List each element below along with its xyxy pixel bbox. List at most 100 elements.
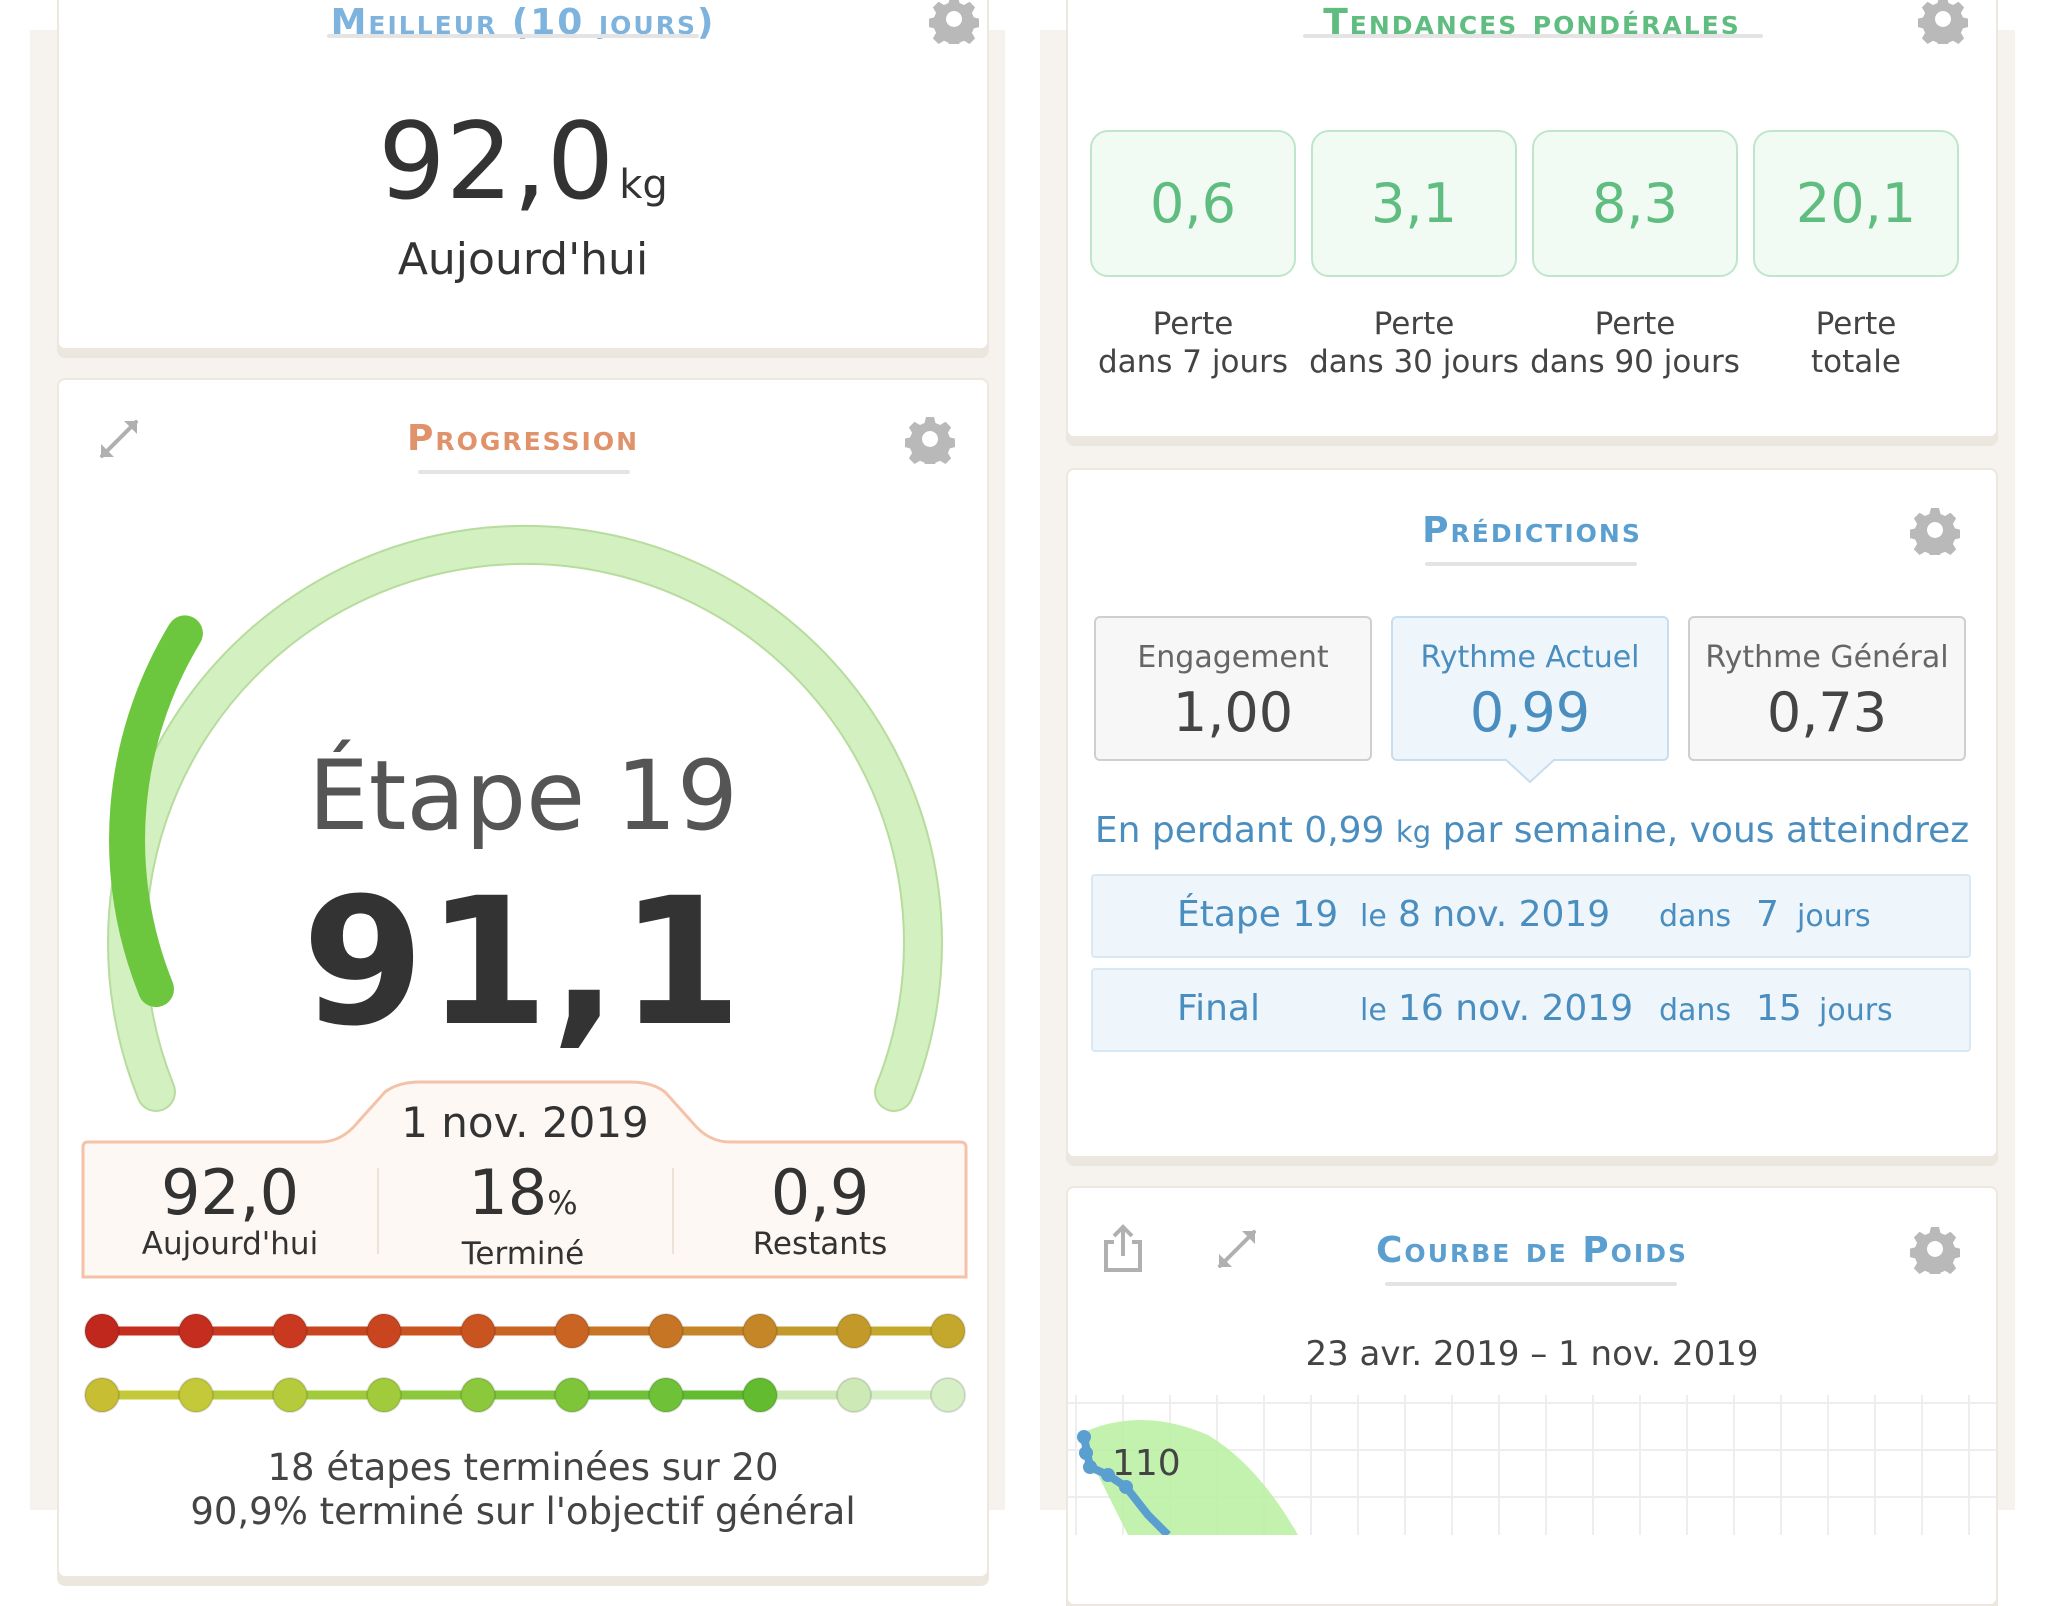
pred-box-value: 0,73 [1766, 681, 1888, 744]
pred-box-value: 0,99 [1469, 681, 1591, 744]
prediction-row-final: Final le 16 nov. 2019 dans 15 jours [1091, 968, 1971, 1052]
trend-label-total: Perte totale [1741, 305, 1971, 381]
stat-completed: 18% Terminé [393, 1160, 653, 1273]
divider [377, 1168, 379, 1254]
gear-icon[interactable] [905, 414, 955, 464]
trend-label-line1: Perte [1152, 306, 1234, 342]
step-dot [742, 1313, 778, 1349]
step-dot [554, 1313, 590, 1349]
step-dot [460, 1377, 496, 1413]
data-point [1119, 1480, 1133, 1494]
y-axis-label: 110 [1112, 1443, 1181, 1484]
title-underline [327, 34, 699, 38]
trend-label-line2: totale [1811, 344, 1901, 380]
stat-remaining: 0,9 Restants [690, 1160, 950, 1263]
prediction-le: le [1360, 899, 1387, 934]
pred-box-value: 1,00 [1172, 681, 1294, 744]
pred-box-engagement[interactable]: Engagement 1,00 [1094, 616, 1372, 761]
sentence-pre: En perdant 0,99 [1094, 810, 1385, 851]
trend-box-90-days: 8,3 [1532, 130, 1738, 277]
prediction-date: 16 nov. 2019 [1398, 988, 1634, 1029]
weight-curve-title: Courbe de Poids [1376, 1230, 1688, 1271]
gear-icon[interactable] [1910, 505, 1960, 555]
step-dot [366, 1313, 402, 1349]
data-point [1101, 1468, 1115, 1482]
trend-box-7-days: 0,6 [1090, 130, 1296, 277]
step-dot [836, 1313, 872, 1349]
step-dot [554, 1377, 590, 1413]
step-dot [366, 1377, 402, 1413]
gear-icon[interactable] [1918, 0, 1968, 44]
prediction-days: 7 [1756, 894, 1779, 935]
prediction-name: Étape 19 [1177, 894, 1339, 935]
step-dot [178, 1313, 214, 1349]
selected-pointer [1505, 758, 1555, 784]
gear-icon[interactable] [929, 0, 979, 44]
title-underline [1385, 1282, 1677, 1286]
trend-label-line1: Perte [1373, 306, 1455, 342]
stat-value: 92,0 [160, 1156, 300, 1229]
data-point [1079, 1446, 1093, 1460]
weight-curve-date-range: 23 avr. 2019 – 1 nov. 2019 [1305, 1334, 1759, 1374]
stat-today: 92,0 Aujourd'hui [100, 1160, 360, 1263]
current-step-label: Étape 19 [308, 740, 738, 852]
trend-box-30-days: 3,1 [1311, 130, 1517, 277]
data-point [1077, 1430, 1091, 1444]
step-progress-rows [84, 1313, 966, 1413]
stat-suffix: % [547, 1184, 578, 1222]
stat-label: Aujourd'hui [141, 1226, 319, 1262]
title-underline [1303, 34, 1763, 38]
stat-value: 0,9 [770, 1156, 870, 1229]
prediction-row-step: Étape 19 le 8 nov. 2019 dans 7 jours [1091, 874, 1971, 958]
best-weight-value: 92,0 kg [59, 100, 987, 223]
steps-summary: 18 étapes terminées sur 20 [267, 1446, 779, 1489]
prediction-days: 15 [1756, 988, 1802, 1029]
step-dot [272, 1313, 308, 1349]
stat-value: 18 [468, 1156, 548, 1229]
step-dot [272, 1377, 308, 1413]
title-underline [418, 470, 630, 474]
pred-box-overall-pace[interactable]: Rythme Général 0,73 [1688, 616, 1966, 761]
divider [672, 1168, 674, 1254]
step-dot [460, 1313, 496, 1349]
trend-label-7-days: Perte dans 7 jours [1078, 305, 1308, 381]
pred-box-label: Rythme Actuel [1420, 640, 1640, 675]
prediction-le: le [1360, 993, 1387, 1028]
pred-box-label: Engagement [1137, 640, 1329, 675]
trend-label-line1: Perte [1594, 306, 1676, 342]
prediction-date: 8 nov. 2019 [1398, 894, 1611, 935]
best-weight-number: 92,0 [378, 100, 615, 223]
best-weight-caption: Aujourd'hui [397, 234, 649, 285]
predictions-title: Prédictions [1422, 510, 1642, 551]
data-point [1083, 1460, 1097, 1474]
prediction-dans: dans [1659, 899, 1732, 934]
pred-box-label: Rythme Général [1705, 640, 1949, 675]
overall-summary: 90,9% terminé sur l'objectif général [190, 1490, 856, 1533]
stat-label: Restants [752, 1226, 888, 1262]
title-underline [1425, 562, 1637, 566]
current-date: 1 nov. 2019 [401, 1098, 649, 1147]
prediction-name: Final [1177, 988, 1260, 1029]
prediction-jours: jours [1819, 993, 1893, 1028]
current-step-target: 91,1 [301, 860, 745, 1065]
step-dot [84, 1313, 120, 1349]
pred-box-current-pace[interactable]: Rythme Actuel 0,99 [1391, 616, 1669, 761]
sentence-unit: kg [1395, 815, 1432, 849]
trend-label-90-days: Perte dans 90 jours [1520, 305, 1750, 381]
best-weight-card: Meilleur (10 jours) 92,0 kg Aujourd'hui [57, 0, 989, 350]
weight-curve-chart: 110 [1068, 1395, 1996, 1535]
trend-label-30-days: Perte dans 30 jours [1299, 305, 1529, 381]
step-dot [930, 1313, 966, 1349]
step-dot [930, 1377, 966, 1413]
best-weight-unit: kg [619, 162, 668, 208]
trend-label-line1: Perte [1815, 306, 1897, 342]
trend-label-line2: dans 7 jours [1097, 344, 1289, 380]
prediction-dans: dans [1659, 993, 1732, 1028]
step-dot [742, 1377, 778, 1413]
step-dot [178, 1377, 214, 1413]
stat-label: Terminé [461, 1236, 585, 1272]
gear-icon[interactable] [1910, 1224, 1960, 1274]
step-dot [648, 1377, 684, 1413]
step-dot [84, 1377, 120, 1413]
step-dot [836, 1377, 872, 1413]
